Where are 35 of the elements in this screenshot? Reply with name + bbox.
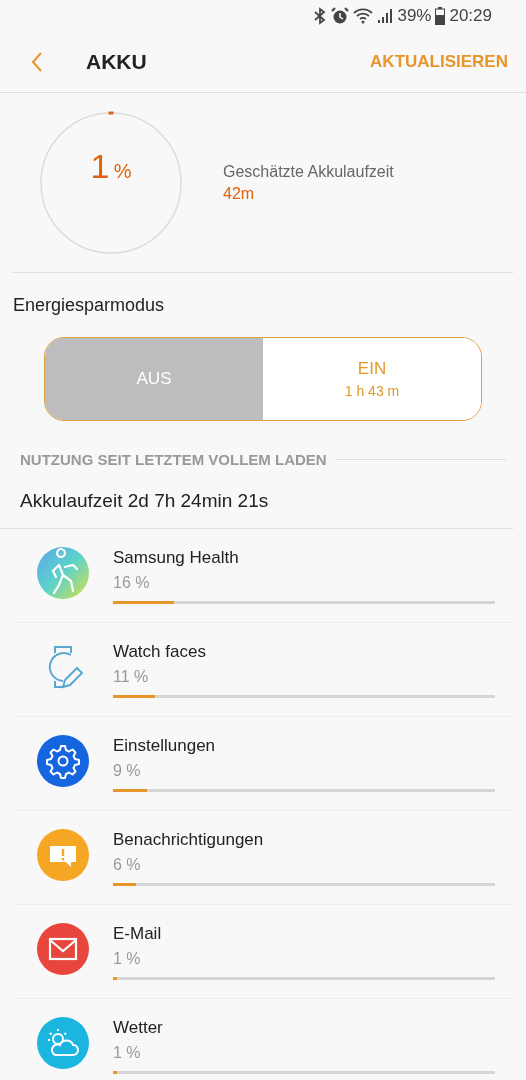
alarm-icon (331, 7, 350, 25)
battery-usage-total: Akkulaufzeit 2d 7h 24min 21s (0, 468, 513, 529)
usage-percentage: 1 % (113, 1044, 142, 1062)
wifi-icon (353, 8, 374, 24)
battery-percentage: 39% (397, 6, 432, 26)
usage-percentage: 6 % (113, 856, 142, 874)
refresh-button[interactable]: AKTUALISIEREN (366, 48, 512, 76)
app-name: Einstellungen (113, 736, 217, 756)
weather-icon (37, 1017, 89, 1069)
estimate-label: Geschätzte Akkulaufzeit (223, 163, 394, 181)
section-heading: NUTZUNG SEIT LETZTEM VOLLEM LADEN (20, 451, 327, 468)
alert-bubble-icon (37, 829, 89, 881)
envelope-icon (37, 923, 89, 975)
signal-icon (377, 8, 394, 24)
estimate-value: 42m (223, 185, 256, 203)
usage-percentage: 11 % (113, 668, 150, 686)
runner-figure-icon (37, 547, 89, 599)
app-name: Wetter (113, 1018, 164, 1038)
usage-percentage: 16 % (113, 574, 151, 592)
battery-percentage: 1% (89, 147, 133, 186)
page-title: AKKU (86, 50, 148, 74)
usage-percentage: 9 % (113, 762, 142, 780)
back-icon (30, 51, 44, 73)
app-name: Benachrichtigungen (113, 830, 265, 850)
mode-option[interactable]: EIN 1 h 43 m (263, 338, 481, 420)
app-name: E-Mail (113, 924, 163, 944)
bluetooth-icon (313, 7, 328, 25)
usage-percentage: 1 % (113, 950, 142, 968)
battery-icon (435, 7, 446, 25)
section-label: Energiesparmodus (12, 294, 166, 317)
clock: 20:29 (449, 6, 492, 26)
mode-option[interactable]: AUS (45, 338, 263, 420)
app-name: Samsung Health (113, 548, 240, 568)
app-name: Watch faces (113, 642, 207, 662)
settings-icon (37, 735, 89, 787)
